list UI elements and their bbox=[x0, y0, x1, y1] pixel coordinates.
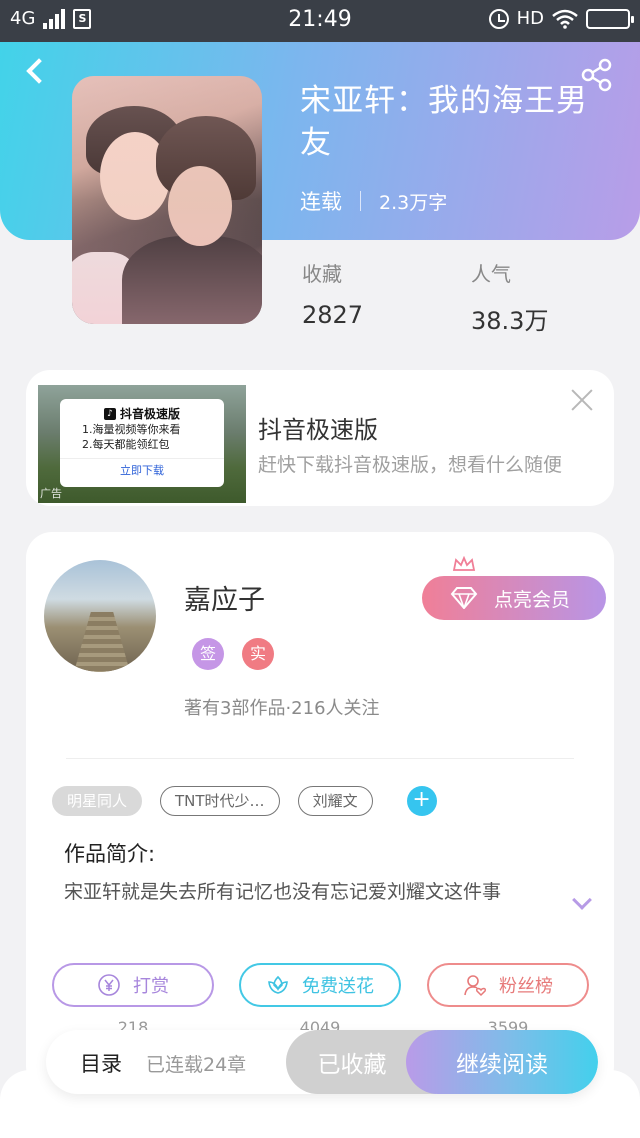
status-right: HD bbox=[488, 8, 634, 29]
crown-icon bbox=[452, 556, 476, 571]
book-cover[interactable] bbox=[72, 76, 262, 324]
divider bbox=[66, 758, 574, 759]
vip-label: 点亮会员 bbox=[494, 588, 571, 611]
ad-title: 抖音极速版 bbox=[258, 416, 378, 444]
yen-coin-icon bbox=[98, 974, 120, 996]
status-bar: 4G S 21:49 HD bbox=[0, 0, 640, 42]
back-button[interactable] bbox=[24, 58, 50, 84]
author-name[interactable]: 嘉应子 bbox=[184, 578, 265, 617]
meta-divider bbox=[360, 191, 361, 211]
ad-popup-title: ♪ 抖音极速版 bbox=[60, 405, 224, 422]
send-flower-button[interactable]: 免费送花 bbox=[239, 963, 401, 1007]
hd-label: HD bbox=[516, 8, 544, 29]
add-tag-button[interactable]: + bbox=[406, 786, 437, 816]
tip-label: 打赏 bbox=[133, 976, 169, 997]
ad-popup-line: 1.海量视频等你来看 bbox=[82, 423, 181, 436]
vip-button[interactable]: 点亮会员 bbox=[422, 556, 606, 620]
author-meta: 著有3部作品·216人关注 bbox=[184, 698, 380, 719]
book-title: 宋亚轩：我的海王男友 bbox=[300, 83, 588, 161]
book-meta: 连载 2.3万字 bbox=[300, 186, 447, 216]
author-card: 嘉应子 点亮会员 签 实 著有3部作品·216人关注 明星同人 TNT时代少… … bbox=[26, 532, 614, 1092]
intro-heading: 作品简介: bbox=[64, 842, 156, 866]
continue-reading-button[interactable]: 继续阅读 bbox=[406, 1030, 598, 1094]
book-status: 连载 bbox=[300, 190, 342, 214]
tiktok-icon: ♪ bbox=[103, 407, 116, 420]
stat-label: 收藏 bbox=[302, 262, 342, 286]
diamond-icon bbox=[450, 587, 478, 609]
ad-image[interactable]: ♪ 抖音极速版 1.海量视频等你来看 2.每天都能领红包 立即下载 广告 bbox=[38, 385, 246, 503]
tip-button[interactable]: 打赏 bbox=[52, 963, 214, 1007]
bottom-action-bar: 目录 已连载24章 已收藏 继续阅读 bbox=[46, 1030, 598, 1094]
wifi-icon bbox=[552, 9, 578, 29]
ad-popup-line: 2.每天都能领红包 bbox=[82, 438, 170, 451]
tag-item[interactable]: TNT时代少… bbox=[160, 786, 280, 816]
toc-button[interactable]: 目录 bbox=[80, 1048, 122, 1078]
battery-icon bbox=[586, 8, 634, 29]
stat-popularity: 人气 38.3万 bbox=[471, 258, 548, 336]
alarm-icon bbox=[488, 8, 509, 29]
stat-favorites: 收藏 2827 bbox=[302, 258, 363, 329]
ad-description: 赶快下载抖音极速版，想看什么随便 bbox=[258, 454, 563, 476]
chapter-count: 已连载24章 bbox=[146, 1054, 247, 1076]
author-avatar[interactable] bbox=[44, 560, 156, 672]
ad-popup: ♪ 抖音极速版 1.海量视频等你来看 2.每天都能领红包 立即下载 bbox=[60, 399, 224, 487]
ad-banner[interactable]: ♪ 抖音极速版 1.海量视频等你来看 2.每天都能领红包 立即下载 广告 抖音极… bbox=[26, 370, 614, 506]
ad-tag: 广告 bbox=[40, 487, 62, 500]
stat-value: 38.3万 bbox=[471, 307, 549, 335]
tag-list: 明星同人 TNT时代少… 刘耀文 + bbox=[52, 786, 437, 816]
fans-icon bbox=[464, 975, 487, 997]
intro-text: 宋亚轩就是失去所有记忆也没有忘记爱刘耀文这件事 bbox=[64, 881, 502, 903]
stat-label: 人气 bbox=[471, 262, 511, 286]
flower-icon bbox=[268, 975, 288, 994]
chevron-down-icon[interactable] bbox=[572, 898, 592, 910]
fans-label: 粉丝榜 bbox=[499, 976, 553, 997]
ad-download-link[interactable]: 立即下载 bbox=[60, 458, 224, 478]
stat-value: 2827 bbox=[302, 301, 364, 329]
fans-ranking-button[interactable]: 粉丝榜 bbox=[427, 963, 589, 1007]
signed-badge: 签 bbox=[192, 638, 224, 670]
tag-item[interactable]: 明星同人 bbox=[52, 786, 143, 816]
word-count: 2.3万字 bbox=[379, 191, 448, 214]
flower-label: 免费送花 bbox=[302, 976, 374, 997]
tag-item[interactable]: 刘耀文 bbox=[297, 786, 373, 816]
verified-badge: 实 bbox=[242, 638, 274, 670]
close-icon[interactable] bbox=[568, 386, 596, 414]
